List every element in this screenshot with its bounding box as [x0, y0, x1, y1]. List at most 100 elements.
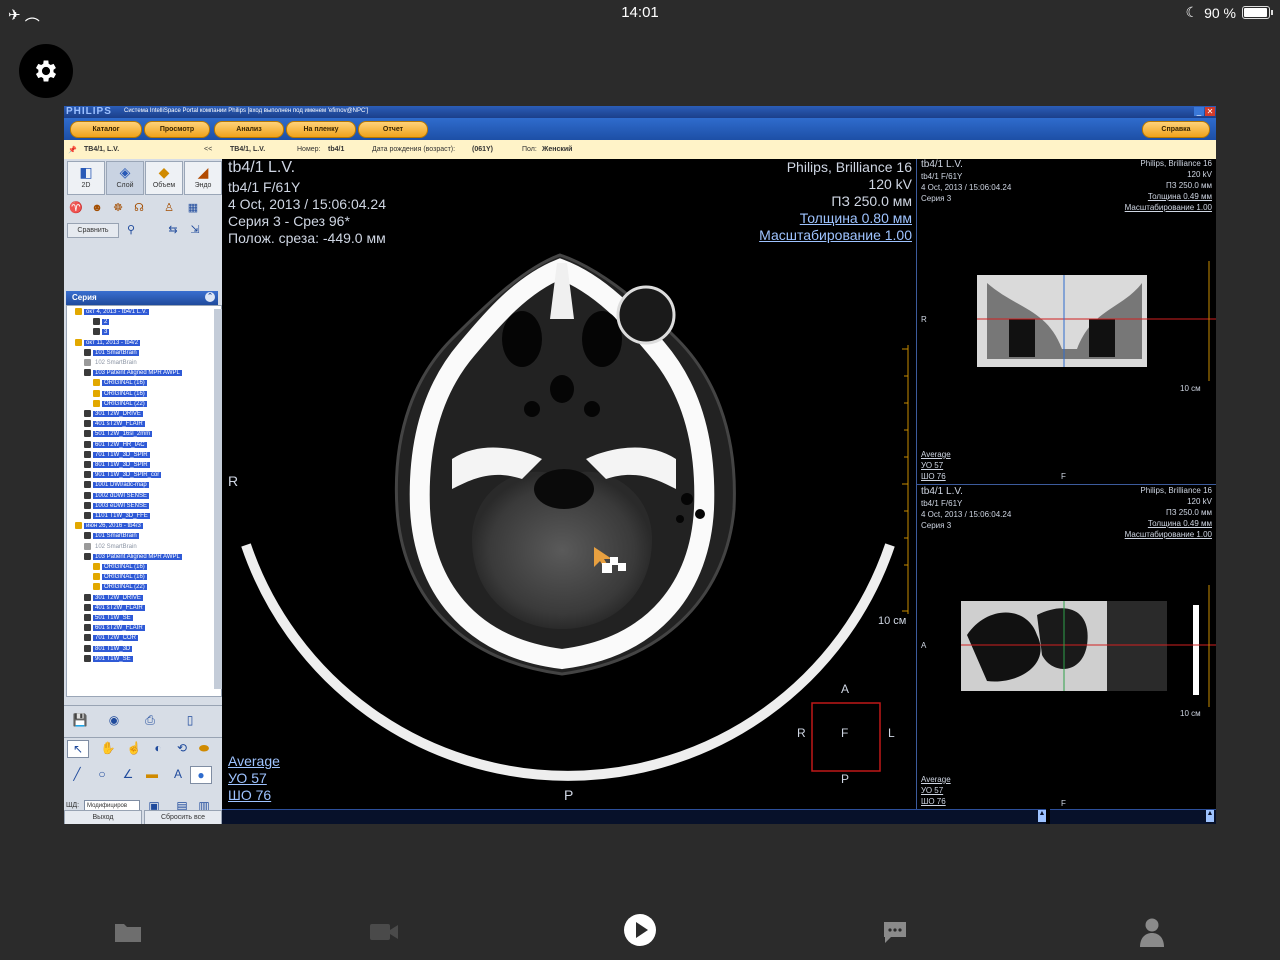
- sagittal-zoom-link[interactable]: Масштабирование 1.00: [1125, 530, 1212, 541]
- series-tree-item[interactable]: ORIGINAL (16): [93, 563, 147, 572]
- series-tree-item[interactable]: ORIGINAL (16): [93, 379, 147, 388]
- main-viewer-scrollbar[interactable]: [222, 809, 1046, 824]
- menu-analysis[interactable]: Анализ: [214, 121, 284, 138]
- series-tree-item[interactable]: 801 T1W_3D: [84, 644, 133, 654]
- series-tree-item[interactable]: 301 T2W_DRIVE: [84, 410, 143, 419]
- rotate-icon[interactable]: ⟲: [172, 740, 192, 756]
- tool-endo[interactable]: ◢ Эндо: [184, 161, 222, 195]
- profile-button[interactable]: [1132, 912, 1172, 952]
- scroll-up-icon[interactable]: ▲: [1038, 810, 1046, 822]
- series-tree-item[interactable]: ORIGINAL (22): [93, 399, 147, 409]
- series-tree-item[interactable]: 1001 DWI/adc-map: [84, 481, 149, 490]
- roi-circle-icon[interactable]: ●: [190, 766, 212, 784]
- layout-icon[interactable]: ▦: [184, 201, 202, 215]
- series-tree-item[interactable]: ORIGINAL (16): [93, 389, 147, 399]
- thickness-link[interactable]: Толщина 0.80 мм: [800, 210, 912, 227]
- coronal-thickness-link[interactable]: Толщина 0.49 мм: [1148, 192, 1212, 203]
- pin-icon[interactable]: 📌: [68, 146, 77, 154]
- series-tree-item[interactable]: ORIGINAL (22): [93, 583, 147, 592]
- series-tree[interactable]: окт 4, 2013 - tb4/1 L.V. 2 3 окт 11, 2013 -…: [66, 305, 222, 697]
- compare-button[interactable]: Сравнить: [67, 223, 119, 238]
- link-icon[interactable]: ⚲: [122, 223, 140, 237]
- tooth-icon[interactable]: ♈: [67, 201, 85, 215]
- series-tree-item[interactable]: 2: [93, 318, 110, 327]
- pointer-icon[interactable]: ↖: [67, 740, 89, 758]
- series-tree-item[interactable]: ORIGINAL (16): [93, 573, 147, 582]
- series-tree-item[interactable]: 501 T1W_SE: [84, 614, 133, 623]
- series-tree-item[interactable]: июн 26, 2016 - tb4/3: [75, 522, 143, 531]
- series-tree-item[interactable]: 401 sT2W_FLAIR: [84, 603, 145, 613]
- save-icon[interactable]: 💾: [70, 712, 90, 728]
- series-tree-item[interactable]: 901 T1W_3D_SPIR_cor: [84, 471, 162, 480]
- play-button[interactable]: [618, 908, 662, 952]
- zoom-link[interactable]: Масштабирование 1.00: [759, 227, 912, 244]
- patient-tab[interactable]: ТВ4/1, L.V.: [84, 146, 119, 153]
- main-viewport[interactable]: tb4/1 L.V. tb4/1 F/61Y 4 Oct, 2013 / 15:…: [222, 159, 916, 809]
- brain-icon[interactable]: ☸: [109, 201, 127, 215]
- side-viewer-scrollbar[interactable]: [1050, 809, 1216, 824]
- settings-button[interactable]: [19, 44, 73, 98]
- sagittal-viewport[interactable]: tb4/1 L.V. tb4/1 F/61Y 4 Oct, 2013 / 15:…: [916, 484, 1216, 810]
- ellipse-icon[interactable]: ○: [92, 766, 112, 782]
- angle-icon[interactable]: ∠: [118, 766, 138, 782]
- series-tree-item[interactable]: 103 Patient Aligned MPR AWPL: [84, 552, 182, 562]
- series-tree-item[interactable]: 101 SmartBrain: [84, 348, 139, 358]
- series-tree-item[interactable]: окт 4, 2013 - tb4/1 L.V.: [75, 308, 149, 317]
- video-button[interactable]: [364, 912, 404, 952]
- tool-slab[interactable]: ◈ Слой: [106, 161, 144, 195]
- coronal-window-preset[interactable]: Average: [921, 450, 951, 461]
- skull-icon[interactable]: ☻: [88, 201, 106, 215]
- coronal-zoom-link[interactable]: Масштабирование 1.00: [1125, 203, 1212, 214]
- print-icon[interactable]: ⎙: [140, 712, 160, 728]
- side-scroll-up-icon[interactable]: ▲: [1206, 810, 1214, 822]
- window-level-icon[interactable]: ◐: [148, 740, 168, 756]
- window-width-link[interactable]: ШО 76: [228, 787, 271, 804]
- series-tree-item[interactable]: 101 SmartBrain: [84, 532, 139, 541]
- series-scrollbar[interactable]: [214, 309, 222, 689]
- reset-all-button[interactable]: Сбросить все: [144, 810, 222, 824]
- series-tree-item[interactable]: 102 SmartBrain: [84, 359, 139, 368]
- annotation-icon[interactable]: A: [168, 766, 188, 782]
- export-icon[interactable]: ⇲: [186, 223, 204, 237]
- menu-film[interactable]: На пленку: [286, 121, 356, 138]
- coronal-window-level[interactable]: УО 57: [921, 461, 943, 472]
- sagittal-window-level[interactable]: УО 57: [921, 786, 943, 797]
- menu-view[interactable]: Просмотр: [144, 121, 210, 138]
- camera-icon[interactable]: ◉: [104, 712, 124, 728]
- series-tree-item[interactable]: 102 SmartBrain: [84, 542, 139, 552]
- series-tree-item[interactable]: 601 sT2W_FLAIR: [84, 624, 145, 633]
- menu-report[interactable]: Отчет: [358, 121, 428, 138]
- series-tree-item[interactable]: 1003 eDWI SENSE: [84, 501, 150, 511]
- close-button[interactable]: ✕: [1205, 107, 1215, 116]
- eraser-icon[interactable]: ⬬: [194, 740, 214, 756]
- line-icon[interactable]: ╱: [67, 766, 87, 782]
- series-tree-item[interactable]: 801 T1W_3D_SPIR: [84, 461, 150, 470]
- series-tree-item[interactable]: 301 T2W_DRIVE: [84, 593, 143, 603]
- ruler-icon[interactable]: ▬: [142, 766, 162, 782]
- series-tree-item[interactable]: 103 Patient Aligned MPR AWPL: [84, 369, 182, 378]
- collapse-button[interactable]: <<: [204, 146, 212, 153]
- collapse-icon[interactable]: ⌃: [205, 292, 215, 302]
- book-icon[interactable]: ▯: [180, 712, 200, 728]
- chat-button[interactable]: [875, 912, 915, 952]
- tool-2d[interactable]: ◧ 2D: [67, 161, 105, 195]
- coronal-window-width[interactable]: ШО 76: [921, 472, 946, 483]
- coronal-viewport[interactable]: tb4/1 L.V. tb4/1 F/61Y 4 Oct, 2013 / 15:…: [916, 159, 1216, 484]
- series-tree-item[interactable]: окт 11, 2013 - tb4/2: [75, 338, 141, 348]
- menu-catalog[interactable]: Каталог: [70, 121, 142, 138]
- menu-help[interactable]: Справка: [1142, 121, 1210, 138]
- body-icon[interactable]: ♙: [160, 201, 178, 215]
- window-level-link[interactable]: УО 57: [228, 770, 267, 787]
- series-tree-item[interactable]: 701 T1W_3D_SPIR: [84, 450, 150, 460]
- sagittal-thickness-link[interactable]: Толщина 0.49 мм: [1148, 519, 1212, 530]
- exit-button[interactable]: Выход: [64, 810, 142, 824]
- series-tree-item[interactable]: 501 T2W_16sl_2mm: [84, 430, 153, 439]
- series-tree-item[interactable]: 401 sT2W_FLAIR: [84, 420, 145, 429]
- window-preset-link[interactable]: Average: [228, 753, 280, 770]
- series-tree-item[interactable]: 901 T1W_SE: [84, 654, 133, 664]
- minimize-button[interactable]: _: [1194, 107, 1204, 116]
- sync-icon[interactable]: ⇆: [164, 223, 182, 237]
- sagittal-window-preset[interactable]: Average: [921, 775, 951, 786]
- tool-volume[interactable]: ◆ Объем: [145, 161, 183, 195]
- sagittal-window-width[interactable]: ШО 76: [921, 797, 946, 808]
